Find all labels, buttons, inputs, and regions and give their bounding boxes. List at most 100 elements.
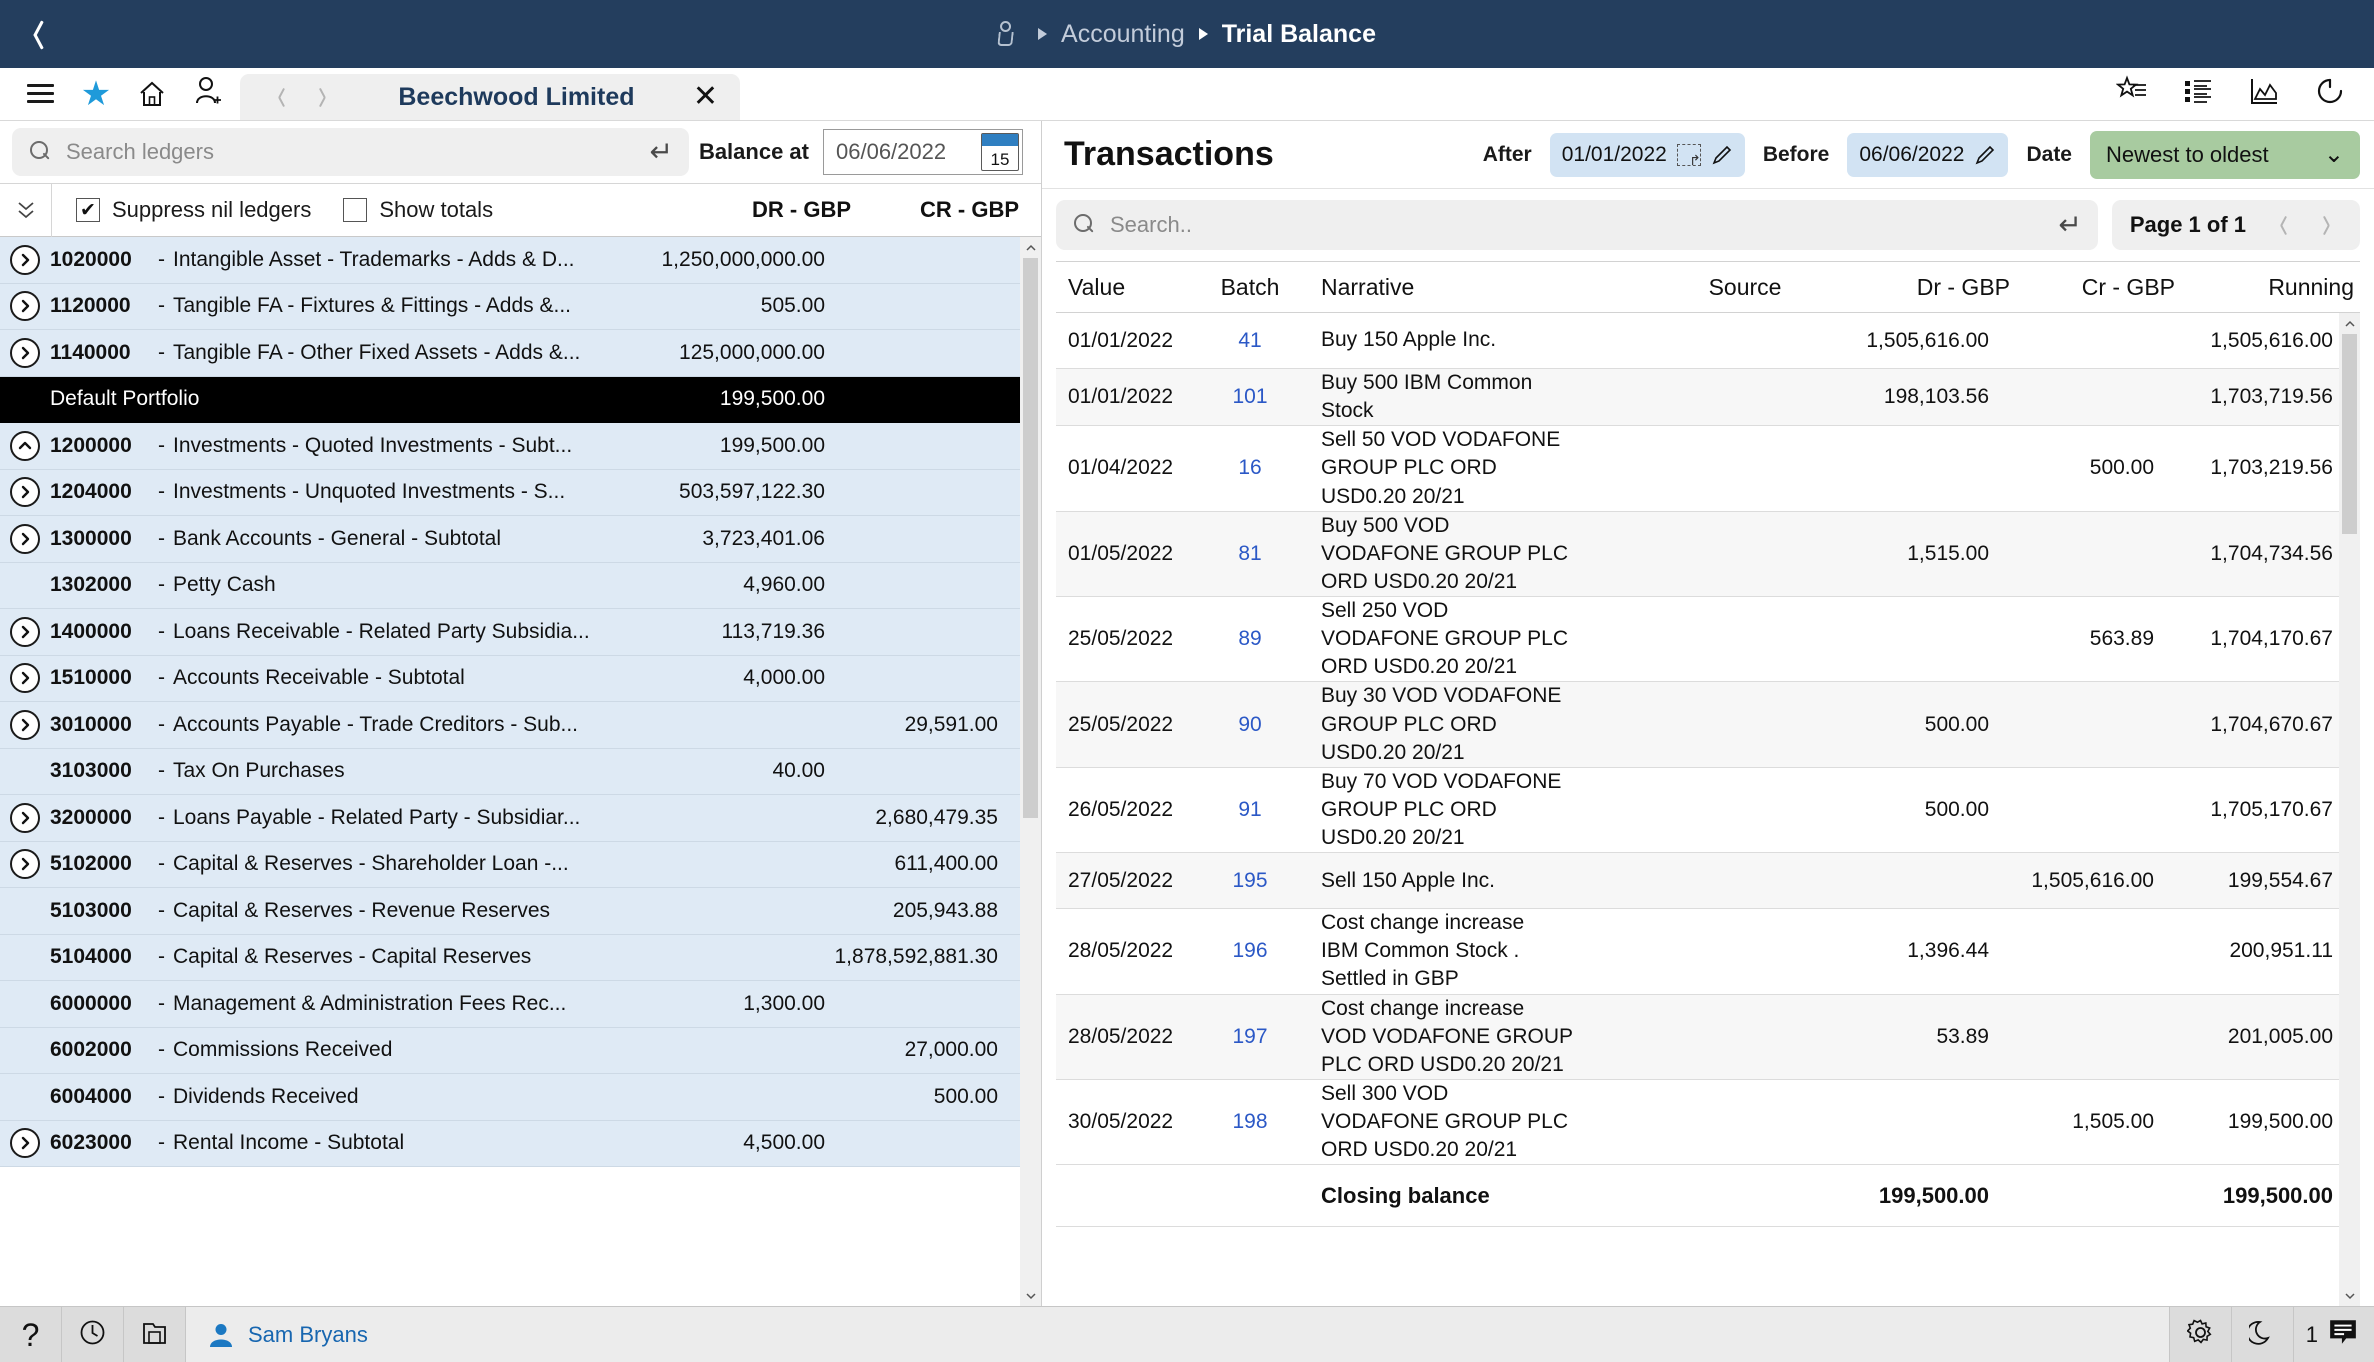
ledger-row[interactable]: 6023000 - Rental Income - Subtotal 4,500.00	[0, 1120, 1020, 1167]
expand-row-button[interactable]	[10, 291, 40, 322]
before-date-filter[interactable]: 06/06/2022	[1847, 132, 2009, 177]
balance-at-date-field[interactable]: 06/06/2022 15	[823, 129, 1023, 175]
ledger-row[interactable]: 5102000 - Capital & Reserves - Shareholder…	[0, 841, 1020, 888]
show-totals-checkbox[interactable]: Show totals	[343, 197, 493, 223]
favorites-button[interactable]: ★	[70, 70, 122, 118]
help-button[interactable]: ?	[0, 1306, 62, 1362]
expand-row-button[interactable]	[10, 802, 40, 833]
ledger-row[interactable]: 1400000 - Loans Receivable - Related Party…	[0, 609, 1020, 656]
expand-row-button[interactable]	[10, 244, 40, 275]
ledger-row[interactable]: 1120000 - Tangible FA - Fixtures & Fitting…	[0, 283, 1020, 330]
ledger-row[interactable]: 1300000 - Bank Accounts - General - Subtot…	[0, 516, 1020, 563]
expand-row-button[interactable]	[10, 709, 40, 740]
transactions-scrollbar[interactable]	[2339, 313, 2360, 1306]
ledger-row[interactable]: 6002000 - Commissions Received 27,000.00	[0, 1027, 1020, 1074]
page-prev-button[interactable]	[2260, 205, 2300, 245]
expand-row-button[interactable]	[10, 663, 40, 694]
transaction-row[interactable]: 28/05/2022 197 Cost change increase VOD VO…	[1056, 994, 2339, 1080]
transaction-row[interactable]: 01/04/2022 16 Sell 50 VOD VODAFONE GROUP P…	[1056, 426, 2339, 512]
scroll-down-button[interactable]	[1020, 1285, 1041, 1306]
transaction-row[interactable]: 01/05/2022 81 Buy 500 VOD VODAFONE GROUP P…	[1056, 511, 2339, 597]
chart-button[interactable]	[2236, 70, 2292, 118]
enter-key-icon[interactable]: ↵	[649, 138, 672, 166]
expand-row-button[interactable]	[10, 616, 40, 647]
transaction-row[interactable]: 25/05/2022 89 Sell 250 VOD VODAFONE GROUP …	[1056, 597, 2339, 683]
ledger-search-box[interactable]: ↵	[12, 128, 689, 176]
transaction-batch-link[interactable]: 101	[1205, 385, 1295, 409]
ledger-row[interactable]: 1140000 - Tangible FA - Other Fixed Assets…	[0, 330, 1020, 377]
ledger-row[interactable]: 5104000 - Capital & Reserves - Capital Res…	[0, 934, 1020, 981]
scrollbar-thumb[interactable]	[2342, 334, 2357, 534]
scroll-down-button[interactable]	[2339, 1285, 2360, 1306]
transaction-row[interactable]: 01/01/2022 101 Buy 500 IBM Common Stock 198…	[1056, 369, 2339, 427]
transaction-row[interactable]: 25/05/2022 90 Buy 30 VOD VODAFONE GROUP PL…	[1056, 682, 2339, 768]
theme-toggle-button[interactable]	[2230, 1306, 2293, 1362]
user-name[interactable]: Sam Bryans	[248, 1322, 368, 1348]
close-icon[interactable]: ✕	[689, 82, 722, 112]
expand-row-button[interactable]	[10, 523, 40, 554]
edit-pencil-icon[interactable]	[1711, 144, 1733, 166]
expand-row-button[interactable]	[10, 477, 40, 508]
transaction-batch-link[interactable]: 91	[1205, 798, 1295, 822]
ledger-row[interactable]: 3103000 - Tax On Purchases 40.00	[0, 748, 1020, 795]
transaction-batch-link[interactable]: 195	[1205, 869, 1295, 893]
transaction-row[interactable]: 27/05/2022 195 Sell 150 Apple Inc. 1,505,61…	[1056, 853, 2339, 910]
transactions-search-input[interactable]	[1110, 212, 2045, 238]
favourites-list-button[interactable]	[2104, 70, 2160, 118]
transaction-batch-link[interactable]: 197	[1205, 1025, 1295, 1049]
tab-prev-button[interactable]	[258, 77, 298, 117]
expand-row-button[interactable]	[10, 1128, 40, 1159]
user-network-icon[interactable]	[997, 19, 1024, 49]
current-user[interactable]: Sam Bryans	[186, 1306, 2169, 1362]
transaction-batch-link[interactable]: 89	[1205, 627, 1295, 651]
home-button[interactable]	[126, 70, 178, 118]
back-button[interactable]	[0, 0, 70, 68]
archive-button[interactable]	[124, 1306, 186, 1362]
add-user-button[interactable]	[182, 70, 234, 118]
transaction-row[interactable]: 30/05/2022 198 Sell 300 VOD VODAFONE GROUP…	[1056, 1079, 2339, 1166]
ledger-row[interactable]: 6000000 - Management & Administration Fees…	[0, 981, 1020, 1028]
transaction-batch-link[interactable]: 196	[1205, 939, 1295, 963]
ledger-row[interactable]: 3200000 - Loans Payable - Related Party - …	[0, 795, 1020, 842]
search-ledgers-input[interactable]	[66, 139, 636, 165]
ledger-row[interactable]: 1302000 - Petty Cash 4,960.00	[0, 562, 1020, 609]
history-button[interactable]	[62, 1306, 124, 1362]
expand-row-button[interactable]	[10, 337, 40, 368]
collapse-row-button[interactable]	[10, 430, 40, 461]
transaction-batch-link[interactable]: 16	[1205, 456, 1295, 480]
ledger-row[interactable]: 6004000 - Dividends Received 500.00	[0, 1074, 1020, 1121]
transaction-row[interactable]: 28/05/2022 196 Cost change increase IBM Co…	[1056, 909, 2339, 995]
enter-key-icon[interactable]: ↵	[2058, 211, 2081, 239]
suppress-nil-ledgers-checkbox[interactable]: Suppress nil ledgers	[76, 197, 311, 223]
ledger-row[interactable]: 1200000 - Investments - Quoted Investments…	[0, 423, 1020, 470]
ledger-scrollbar[interactable]	[1020, 237, 1041, 1306]
settings-button[interactable]	[2168, 1306, 2231, 1362]
transaction-batch-link[interactable]: 81	[1205, 542, 1295, 566]
scroll-up-button[interactable]	[1020, 237, 1041, 258]
sort-order-dropdown[interactable]: Newest to oldest ⌄	[2090, 130, 2360, 179]
transaction-batch-link[interactable]: 90	[1205, 713, 1295, 737]
ledger-row[interactable]: 1020000 - Intangible Asset - Trademarks - …	[0, 237, 1020, 284]
expand-row-button[interactable]	[10, 849, 40, 880]
ledger-row[interactable]: 1510000 - Accounts Receivable - Subtotal 4,…	[0, 655, 1020, 702]
transaction-batch-link[interactable]: 198	[1205, 1110, 1295, 1134]
transactions-search-box[interactable]: ↵	[1056, 200, 2098, 250]
transaction-row[interactable]: 01/01/2022 41 Buy 150 Apple Inc. 1,505,616.…	[1056, 313, 2339, 369]
breadcrumb-module[interactable]: Accounting	[1061, 20, 1185, 49]
ledger-row[interactable]: Default Portfolio 199,500.00	[0, 376, 1020, 423]
date-picker-icon[interactable]	[1676, 143, 1701, 169]
tab-beechwood-limited[interactable]: Beechwood Limited ✕	[240, 74, 740, 120]
after-date-filter[interactable]: 01/01/2022	[1549, 132, 1745, 177]
scrollbar-thumb[interactable]	[1023, 258, 1038, 818]
refresh-button[interactable]	[2302, 70, 2358, 118]
transaction-row[interactable]: 26/05/2022 91 Buy 70 VOD VODAFONE GROUP PL…	[1056, 767, 2339, 854]
transaction-batch-link[interactable]: 41	[1205, 329, 1295, 353]
tab-next-button[interactable]	[304, 77, 344, 117]
edit-pencil-icon[interactable]	[1974, 144, 1996, 166]
list-view-button[interactable]	[2170, 70, 2226, 118]
collapse-all-button[interactable]	[0, 183, 52, 237]
scroll-up-button[interactable]	[2339, 313, 2360, 334]
calendar-icon[interactable]: 15	[981, 133, 1019, 171]
ledger-row[interactable]: 1204000 - Investments - Unquoted Investmen…	[0, 469, 1020, 516]
notifications-button[interactable]: 1	[2292, 1306, 2374, 1362]
